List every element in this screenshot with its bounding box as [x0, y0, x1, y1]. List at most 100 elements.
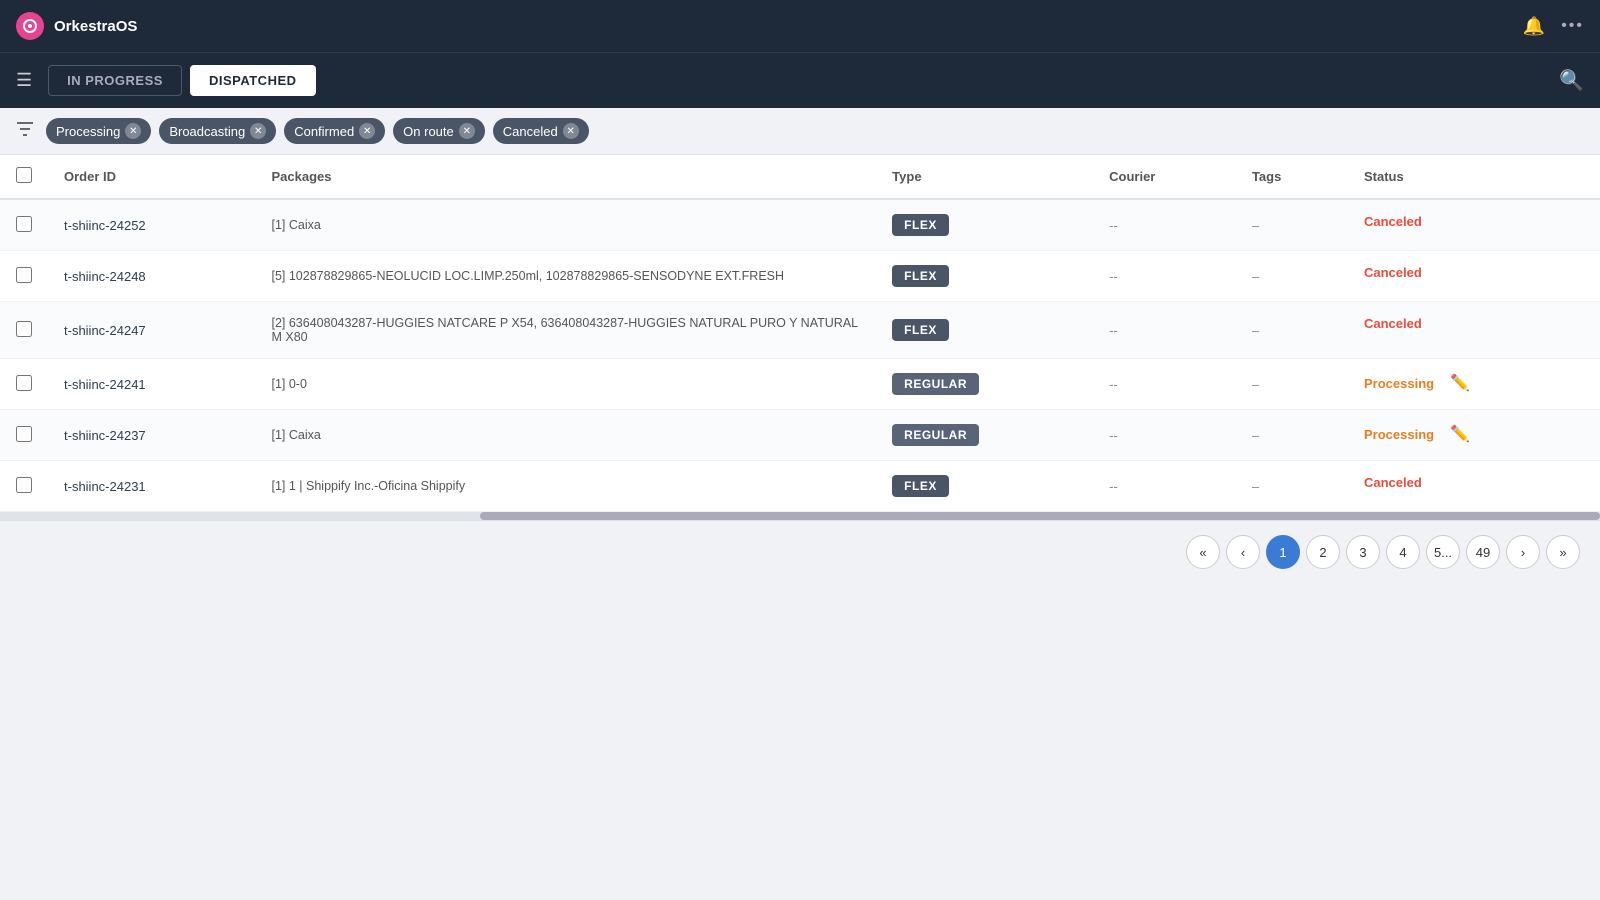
- filter-chip-canceled[interactable]: Canceled ✕: [493, 118, 589, 144]
- filter-chip-on-route[interactable]: On route ✕: [393, 118, 485, 144]
- scroll-thumb[interactable]: [480, 512, 1600, 520]
- status-badge: Canceled: [1364, 214, 1422, 229]
- type-badge: REGULAR: [892, 424, 979, 446]
- packages-cell: [5] 102878829865-NEOLUCID LOC.LIMP.250ml…: [255, 251, 876, 302]
- status-cell: Canceled: [1348, 302, 1600, 345]
- more-icon[interactable]: •••: [1561, 17, 1584, 35]
- courier-cell: --: [1093, 410, 1236, 461]
- tab-in-progress[interactable]: IN PROGRESS: [48, 65, 182, 96]
- type-badge: FLEX: [892, 265, 949, 287]
- last-page-button[interactable]: »: [1546, 535, 1580, 569]
- type-badge: FLEX: [892, 319, 949, 341]
- remove-on-route-filter[interactable]: ✕: [459, 123, 475, 139]
- row-checkbox-2[interactable]: [16, 321, 32, 337]
- row-checkbox-3[interactable]: [16, 375, 32, 391]
- tags-cell: –: [1236, 359, 1348, 410]
- app-title: OrkestraOS: [54, 18, 137, 35]
- row-checkbox-cell-3[interactable]: [0, 359, 48, 410]
- page-1-button[interactable]: 1: [1266, 535, 1300, 569]
- edit-icon[interactable]: ✏️: [1450, 373, 1470, 393]
- type-cell: REGULAR: [876, 359, 1093, 410]
- pagination: « ‹ 1 2 3 4 5... 49 › »: [0, 520, 1600, 583]
- row-checkbox-cell-4[interactable]: [0, 410, 48, 461]
- col-packages: Packages: [255, 155, 876, 199]
- bell-icon[interactable]: 🔔: [1523, 16, 1545, 37]
- filter-icon[interactable]: [16, 120, 34, 143]
- courier-cell: --: [1093, 251, 1236, 302]
- nav-brand: OrkestraOS: [16, 12, 137, 40]
- table-row: t-shiinc-24247[2] 636408043287-HUGGIES N…: [0, 302, 1600, 359]
- row-checkbox-4[interactable]: [16, 426, 32, 442]
- remove-broadcasting-filter[interactable]: ✕: [250, 123, 266, 139]
- order-id-cell[interactable]: t-shiinc-24231: [48, 461, 255, 512]
- filter-chip-processing[interactable]: Processing ✕: [46, 118, 151, 144]
- courier-cell: --: [1093, 302, 1236, 359]
- type-cell: REGULAR: [876, 410, 1093, 461]
- row-checkbox-0[interactable]: [16, 216, 32, 232]
- orders-table: Order ID Packages Type Courier Tags Stat…: [0, 155, 1600, 512]
- menu-icon[interactable]: ☰: [16, 70, 32, 91]
- order-id-cell[interactable]: t-shiinc-24252: [48, 199, 255, 251]
- status-badge: Processing: [1364, 427, 1434, 442]
- status-cell: Processing ✏️: [1348, 359, 1600, 407]
- order-id-cell[interactable]: t-shiinc-24247: [48, 302, 255, 359]
- nav-actions: 🔔 •••: [1523, 16, 1584, 37]
- table-row: t-shiinc-24252[1] CaixaFLEX--–Canceled: [0, 199, 1600, 251]
- status-badge: Canceled: [1364, 265, 1422, 280]
- type-cell: FLEX: [876, 302, 1093, 359]
- row-checkbox-cell-1[interactable]: [0, 251, 48, 302]
- packages-cell: [1] Caixa: [255, 199, 876, 251]
- page-2-button[interactable]: 2: [1306, 535, 1340, 569]
- type-cell: FLEX: [876, 461, 1093, 512]
- row-checkbox-cell-0[interactable]: [0, 199, 48, 251]
- status-cell: Canceled: [1348, 200, 1600, 243]
- order-id-cell[interactable]: t-shiinc-24237: [48, 410, 255, 461]
- packages-cell: [1] 0-0: [255, 359, 876, 410]
- col-type: Type: [876, 155, 1093, 199]
- select-all-checkbox[interactable]: [16, 167, 32, 183]
- table-row: t-shiinc-24231[1] 1 | Shippify Inc.-Ofic…: [0, 461, 1600, 512]
- row-checkbox-cell-2[interactable]: [0, 302, 48, 359]
- tags-cell: –: [1236, 410, 1348, 461]
- toolbar-left: ☰ IN PROGRESS DISPATCHED: [16, 65, 316, 96]
- packages-cell: [1] Caixa: [255, 410, 876, 461]
- page-49-button[interactable]: 49: [1466, 535, 1500, 569]
- edit-icon[interactable]: ✏️: [1450, 424, 1470, 444]
- type-badge: REGULAR: [892, 373, 979, 395]
- table-row: t-shiinc-24237[1] CaixaREGULAR--–Process…: [0, 410, 1600, 461]
- page-4-button[interactable]: 4: [1386, 535, 1420, 569]
- filter-chip-broadcasting[interactable]: Broadcasting ✕: [159, 118, 276, 144]
- filter-chip-confirmed[interactable]: Confirmed ✕: [284, 118, 385, 144]
- horizontal-scrollbar[interactable]: [0, 512, 1600, 520]
- status-badge: Canceled: [1364, 475, 1422, 490]
- select-all-header[interactable]: [0, 155, 48, 199]
- order-id-cell[interactable]: t-shiinc-24241: [48, 359, 255, 410]
- row-checkbox-5[interactable]: [16, 477, 32, 493]
- page-3-button[interactable]: 3: [1346, 535, 1380, 569]
- remove-canceled-filter[interactable]: ✕: [563, 123, 579, 139]
- next-page-button[interactable]: ›: [1506, 535, 1540, 569]
- table-row: t-shiinc-24241[1] 0-0REGULAR--–Processin…: [0, 359, 1600, 410]
- packages-cell: [1] 1 | Shippify Inc.-Oficina Shippify: [255, 461, 876, 512]
- toolbar: ☰ IN PROGRESS DISPATCHED 🔍: [0, 52, 1600, 108]
- table-row: t-shiinc-24248[5] 102878829865-NEOLUCID …: [0, 251, 1600, 302]
- col-courier: Courier: [1093, 155, 1236, 199]
- order-id-cell[interactable]: t-shiinc-24248: [48, 251, 255, 302]
- search-icon[interactable]: 🔍: [1559, 68, 1584, 93]
- first-page-button[interactable]: «: [1186, 535, 1220, 569]
- status-badge: Processing: [1364, 376, 1434, 391]
- type-cell: FLEX: [876, 199, 1093, 251]
- remove-confirmed-filter[interactable]: ✕: [359, 123, 375, 139]
- type-badge: FLEX: [892, 475, 949, 497]
- page-5-button[interactable]: 5...: [1426, 535, 1460, 569]
- remove-processing-filter[interactable]: ✕: [125, 123, 141, 139]
- packages-cell: [2] 636408043287-HUGGIES NATCARE P X54, …: [255, 302, 876, 359]
- row-checkbox-cell-5[interactable]: [0, 461, 48, 512]
- status-cell: Processing ✏️: [1348, 410, 1600, 458]
- col-status: Status: [1348, 155, 1600, 199]
- type-badge: FLEX: [892, 214, 949, 236]
- prev-page-button[interactable]: ‹: [1226, 535, 1260, 569]
- status-cell: Canceled: [1348, 251, 1600, 294]
- tab-dispatched[interactable]: DISPATCHED: [190, 65, 316, 96]
- row-checkbox-1[interactable]: [16, 267, 32, 283]
